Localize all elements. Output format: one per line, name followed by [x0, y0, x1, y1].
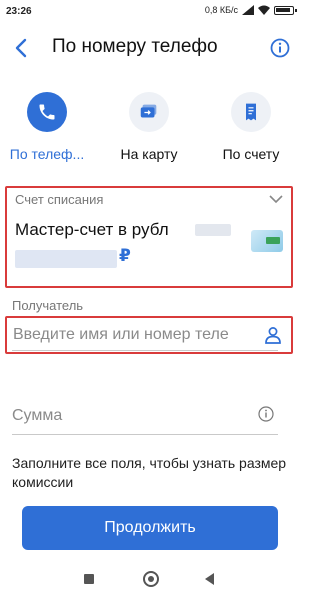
card-transfer-icon — [140, 104, 157, 118]
recipient-divider — [12, 350, 278, 351]
debit-account-selector[interactable]: Счет списания Мастер-счет в рубл ₽ — [5, 186, 293, 288]
header: По номеру телефо — [0, 24, 300, 72]
account-card-thumbnail — [251, 230, 283, 252]
chevron-down-icon[interactable] — [269, 194, 283, 204]
tab-phone-icon-circle — [27, 92, 67, 132]
tab-phone[interactable]: По телеф... — [2, 92, 92, 164]
debit-account-caption: Счет списания — [15, 192, 104, 207]
account-name: Мастер-счет в рубл — [15, 220, 169, 239]
recipient-input[interactable] — [13, 324, 249, 346]
recipient-field[interactable] — [5, 316, 293, 354]
tab-account-label: По счету — [222, 146, 280, 162]
currency-symbol: ₽ — [119, 246, 131, 265]
status-time: 23:26 — [6, 6, 32, 17]
page-title: По номеру телефо — [52, 36, 218, 57]
amount-input[interactable] — [12, 404, 242, 428]
navigation-bar — [0, 562, 300, 600]
back-arrow-icon[interactable] — [10, 36, 34, 60]
recent-apps-icon[interactable] — [84, 574, 94, 584]
nav-back-icon[interactable] — [205, 573, 214, 585]
tab-account[interactable]: По счету — [206, 92, 296, 164]
receipt-icon — [246, 103, 256, 121]
masked-account-number — [195, 224, 231, 236]
recipient-caption: Получатель — [12, 298, 84, 313]
tab-phone-label: По телеф... — [9, 146, 85, 162]
phone-icon — [39, 104, 55, 120]
battery-icon — [274, 5, 297, 15]
home-icon[interactable] — [143, 571, 159, 587]
tab-account-icon-circle — [231, 92, 271, 132]
network-speed: 0,8 КБ/с — [204, 5, 238, 15]
info-icon[interactable] — [270, 38, 290, 58]
transfer-type-tabs: По телеф... На карту По счету — [0, 92, 300, 164]
masked-balance — [15, 250, 117, 268]
status-bar: 23:26 0,8 КБ/с — [0, 0, 300, 24]
tab-card-label: На карту — [120, 146, 178, 162]
tab-card-icon-circle — [129, 92, 169, 132]
tab-card[interactable]: На карту — [104, 92, 194, 164]
commission-hint: Заполните все поля, чтобы узнать размер … — [12, 455, 287, 490]
continue-button[interactable]: Продолжить — [22, 506, 278, 550]
status-indicators: 0,8 КБ/с — [204, 5, 297, 15]
wifi-icon — [258, 5, 270, 15]
amount-info-icon[interactable] — [258, 406, 274, 422]
amount-divider — [12, 434, 278, 435]
signal-icon — [242, 5, 254, 15]
contact-person-icon[interactable] — [263, 325, 283, 345]
